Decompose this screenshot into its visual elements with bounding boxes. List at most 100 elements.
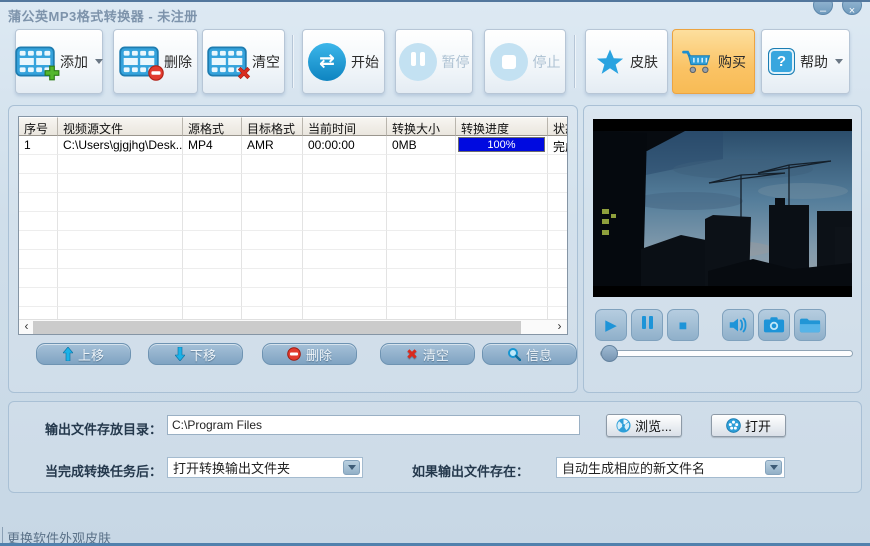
open-dir-label: 打开 [745,416,771,435]
pause-icon [399,43,437,81]
arrow-down-icon [175,347,185,361]
clear-button[interactable]: 清空 [202,29,285,94]
pause-button[interactable]: 暂停 [395,29,473,94]
window-title: 蒲公英MP3格式转换器 - 未注册 [8,6,198,25]
pause-icon [640,316,654,334]
scrollbar-thumb[interactable] [33,321,521,334]
browse-button[interactable]: 浏览... [606,414,682,437]
browse-label: 浏览... [635,416,672,435]
scroll-right-icon[interactable]: › [552,320,567,335]
move-up-button[interactable]: 上移 [36,343,131,365]
buy-button-label: 购买 [718,52,746,72]
col-header-size[interactable]: 转换大小 [387,117,456,136]
file-exists-dropdown[interactable]: 自动生成相应的新文件名 [556,457,785,478]
question-mark-icon: ? [768,48,795,75]
file-exists-value: 自动生成相应的新文件名 [562,458,705,477]
play-icon: ▶ [605,318,617,333]
col-header-source-format[interactable]: 源格式 [183,117,242,136]
volume-button[interactable] [722,309,754,341]
minus-badge-icon [148,65,164,81]
cell-index: 1 [19,136,58,155]
dropdown-arrow-icon[interactable] [765,460,782,475]
cell-current-time: 00:00:00 [303,136,387,155]
empty-rows [19,155,567,326]
info-button[interactable]: 信息 [482,343,577,365]
stop-playback-button[interactable]: ■ [667,309,699,341]
star-icon [595,48,625,76]
add-video-icon [15,46,55,77]
output-dir-input[interactable] [167,415,580,435]
delete-button-label: 删除 [164,52,192,72]
table-empty-row [19,155,568,174]
minus-circle-icon [287,347,301,361]
help-button[interactable]: ? 帮助 [761,29,850,94]
start-icon: ⇄ [308,43,346,81]
col-header-index[interactable]: 序号 [19,117,58,136]
remove-item-button[interactable]: 删除 [262,343,357,365]
output-dir-label: 输出文件存放目录： [45,419,162,438]
col-header-progress[interactable]: 转换进度 [456,117,548,136]
move-up-label: 上移 [78,345,104,364]
speaker-icon [727,315,749,335]
pause-button-label: 暂停 [442,52,470,72]
cell-status: 完成 [548,136,568,155]
stop-button-label: 停止 [533,52,561,72]
play-button[interactable]: ▶ [595,309,627,341]
clear-video-icon [207,46,247,77]
open-folder-button[interactable] [794,309,826,341]
table-header: 序号 视频源文件 源格式 目标格式 当前时间 转换大小 转换进度 状态 [19,117,568,136]
toolbar-separator [574,35,575,88]
open-dir-button[interactable]: 打开 [711,414,786,437]
snapshot-button[interactable] [758,309,790,341]
seek-slider-track[interactable] [600,350,853,357]
status-separator [2,527,3,544]
skin-button[interactable]: 皮肤 [585,29,668,94]
stop-icon: ■ [679,318,687,332]
x-icon: ✖ [406,347,418,361]
cart-icon [681,48,713,75]
cell-size: 0MB [387,136,456,155]
close-button[interactable]: × [842,0,862,15]
info-label: 信息 [526,345,552,364]
after-task-label: 当完成转换任务后： [45,461,162,480]
clear-list-button[interactable]: ✖ 清空 [380,343,475,365]
magnifier-icon [507,347,521,361]
pause-playback-button[interactable] [631,309,663,341]
horizontal-scrollbar[interactable]: ‹ › [19,319,567,334]
clear-button-label: 清空 [252,52,280,72]
dropdown-arrow-icon[interactable] [343,460,360,475]
video-preview [593,119,852,297]
progress-bar: 100% [458,137,545,152]
col-header-current-time[interactable]: 当前时间 [303,117,387,136]
aperture-icon [616,418,631,433]
move-down-label: 下移 [190,345,216,364]
after-task-value: 打开转换输出文件夹 [173,458,290,477]
film-reel-icon [726,418,741,433]
table-empty-row [19,212,568,231]
buy-button[interactable]: 购买 [672,29,755,94]
table-empty-row [19,269,568,288]
add-button[interactable]: 添加 [15,29,103,94]
col-header-status[interactable]: 状态 [548,117,568,136]
delete-video-icon [119,46,159,77]
delete-button[interactable]: 删除 [113,29,198,94]
seek-slider-thumb[interactable] [601,345,618,362]
table-empty-row [19,193,568,212]
cell-target-format: AMR [242,136,303,155]
stop-button[interactable]: 停止 [484,29,566,94]
cell-source-file: C:\Users\gjgjhg\Desk... [58,136,183,155]
arrow-up-icon [63,347,73,361]
minimize-button[interactable]: – [813,0,833,15]
col-header-target-format[interactable]: 目标格式 [242,117,303,136]
folder-icon [799,316,821,334]
col-header-source-file[interactable]: 视频源文件 [58,117,183,136]
cell-source-format: MP4 [183,136,242,155]
start-button[interactable]: ⇄ 开始 [302,29,385,94]
move-down-button[interactable]: 下移 [148,343,243,365]
scroll-left-icon[interactable]: ‹ [19,320,34,335]
plus-badge-icon [44,65,60,81]
x-badge-icon [236,65,252,81]
after-task-dropdown[interactable]: 打开转换输出文件夹 [167,457,363,478]
table-row[interactable]: 1 C:\Users\gjgjhg\Desk... MP4 AMR 00:00:… [19,136,568,155]
help-button-label: 帮助 [800,52,828,72]
